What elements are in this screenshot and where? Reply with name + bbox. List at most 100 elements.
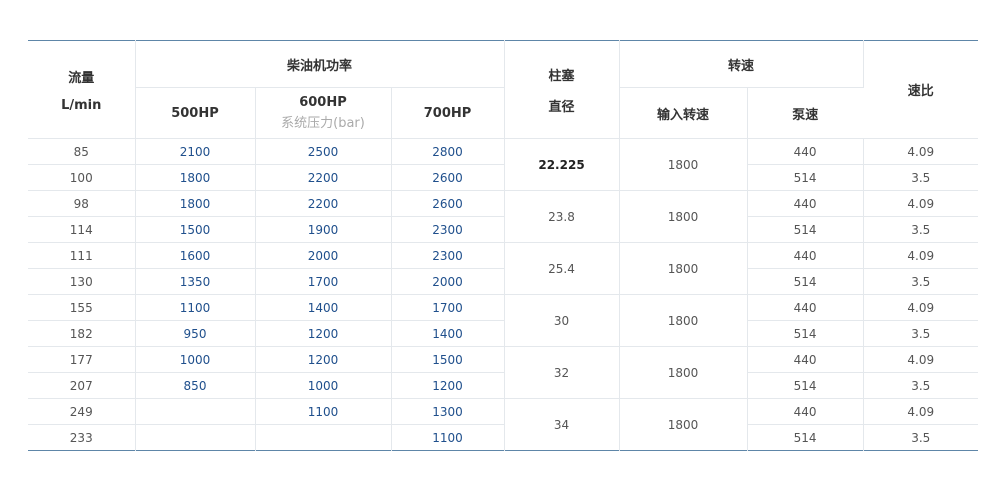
cell-ratio: 4.09 bbox=[863, 398, 979, 425]
cell-flow: 177 bbox=[28, 346, 136, 373]
cell-600hp-pressure: 1100 bbox=[255, 398, 392, 425]
cell-flow: 130 bbox=[28, 268, 136, 295]
table-row: 100 1800 2200 2600 514 3.5 bbox=[28, 164, 979, 191]
table-row: 85 2100 2500 2800 22.225 1800 440 4.09 bbox=[28, 138, 979, 191]
header-plunger-label: 柱塞 bbox=[548, 68, 575, 84]
header-system-pressure: 系统压力(bar) bbox=[281, 116, 365, 131]
header-flow: 流量 L/min bbox=[28, 40, 136, 139]
cell-plunger-diameter: 25.4 bbox=[504, 242, 620, 295]
table-row: 233 1100 514 3.5 bbox=[28, 424, 978, 451]
cell-pump-speed: 440 bbox=[747, 242, 864, 269]
cell-600hp-pressure: 1700 bbox=[255, 268, 392, 295]
cell-ratio: 3.5 bbox=[863, 372, 979, 399]
cell-600hp-pressure bbox=[255, 424, 392, 451]
cell-ratio: 4.09 bbox=[863, 138, 979, 165]
cell-600hp-pressure: 1900 bbox=[255, 216, 392, 243]
cell-pump-speed: 440 bbox=[747, 138, 864, 165]
header-diameter-label: 直径 bbox=[548, 99, 575, 115]
cell-plunger-diameter: 32 bbox=[504, 346, 620, 399]
cell-flow: 207 bbox=[28, 372, 136, 399]
table-row: 111 1600 2000 2300 25.4 1800 440 4.09 bbox=[28, 242, 979, 295]
header-600hp-label: 600HP bbox=[299, 95, 347, 110]
cell-input-speed: 1800 bbox=[619, 242, 748, 295]
cell-flow: 249 bbox=[28, 398, 136, 425]
cell-600hp-pressure: 2500 bbox=[255, 138, 392, 165]
cell-ratio: 4.09 bbox=[863, 242, 979, 269]
cell-ratio: 4.09 bbox=[863, 190, 979, 217]
cell-700hp-pressure: 1100 bbox=[391, 424, 505, 451]
table-row: 177 1000 1200 1500 32 1800 440 4.09 bbox=[28, 346, 979, 399]
cell-500hp-pressure: 1600 bbox=[135, 242, 256, 269]
cell-700hp-pressure: 2600 bbox=[391, 190, 505, 217]
cell-600hp-pressure: 1400 bbox=[255, 294, 392, 321]
cell-input-speed: 1800 bbox=[619, 398, 748, 451]
table-row: 98 1800 2200 2600 23.8 1800 440 4.09 bbox=[28, 190, 979, 243]
cell-700hp-pressure: 1300 bbox=[391, 398, 505, 425]
cell-500hp-pressure: 2100 bbox=[135, 138, 256, 165]
table-row: 130 1350 1700 2000 514 3.5 bbox=[28, 268, 979, 295]
cell-ratio: 3.5 bbox=[863, 216, 979, 243]
cell-input-speed: 1800 bbox=[619, 346, 748, 399]
cell-700hp-pressure: 2000 bbox=[391, 268, 505, 295]
cell-ratio: 3.5 bbox=[863, 164, 979, 191]
table-row: 114 1500 1900 2300 514 3.5 bbox=[28, 216, 979, 243]
cell-flow: 100 bbox=[28, 164, 136, 191]
cell-input-speed: 1800 bbox=[619, 294, 748, 347]
header-flow-label: 流量 bbox=[68, 70, 95, 86]
cell-700hp-pressure: 2300 bbox=[391, 242, 505, 269]
cell-700hp-pressure: 2300 bbox=[391, 216, 505, 243]
cell-plunger-diameter: 23.8 bbox=[504, 190, 620, 243]
cell-ratio: 3.5 bbox=[863, 320, 979, 347]
header-plunger-diameter: 柱塞 直径 bbox=[504, 40, 620, 139]
cell-600hp-pressure: 2200 bbox=[255, 190, 392, 217]
table-row: 249 1100 1300 34 1800 440 4.09 bbox=[28, 398, 979, 451]
cell-flow: 233 bbox=[28, 424, 136, 451]
cell-flow: 155 bbox=[28, 294, 136, 321]
cell-600hp-pressure: 2000 bbox=[255, 242, 392, 269]
cell-plunger-diameter: 22.225 bbox=[504, 138, 620, 191]
cell-pump-speed: 440 bbox=[747, 294, 864, 321]
cell-ratio: 4.09 bbox=[863, 294, 979, 321]
cell-500hp-pressure: 1100 bbox=[135, 294, 256, 321]
cell-pump-speed: 514 bbox=[747, 164, 864, 191]
cell-pump-speed: 514 bbox=[747, 424, 864, 451]
cell-flow: 98 bbox=[28, 190, 136, 217]
cell-500hp-pressure bbox=[135, 398, 256, 425]
cell-600hp-pressure: 1200 bbox=[255, 346, 392, 373]
cell-500hp-pressure bbox=[135, 424, 256, 451]
cell-700hp-pressure: 1400 bbox=[391, 320, 505, 347]
cell-700hp-pressure: 2600 bbox=[391, 164, 505, 191]
cell-pump-speed: 440 bbox=[747, 398, 864, 425]
header-ratio: 速比 bbox=[863, 40, 979, 139]
cell-pump-speed: 514 bbox=[747, 320, 864, 347]
cell-500hp-pressure: 1350 bbox=[135, 268, 256, 295]
header-pump-speed: 泵速 bbox=[747, 87, 864, 139]
cell-input-speed: 1800 bbox=[619, 190, 748, 243]
cell-pump-speed: 440 bbox=[747, 346, 864, 373]
cell-flow: 114 bbox=[28, 216, 136, 243]
cell-pump-speed: 440 bbox=[747, 190, 864, 217]
cell-input-speed: 1800 bbox=[619, 138, 748, 191]
header-500hp: 500HP bbox=[135, 87, 256, 139]
cell-flow: 85 bbox=[28, 138, 136, 165]
header-flow-unit: L/min bbox=[61, 97, 102, 113]
cell-ratio: 3.5 bbox=[911, 430, 931, 445]
cell-700hp-pressure: 1500 bbox=[391, 346, 505, 373]
cell-pump-speed: 514 bbox=[747, 268, 864, 295]
cell-500hp-pressure: 1800 bbox=[135, 190, 256, 217]
cell-pump-speed: 514 bbox=[747, 372, 864, 399]
cell-plunger-diameter: 30 bbox=[504, 294, 620, 347]
header-input-speed: 输入转速 bbox=[619, 87, 748, 139]
cell-500hp-pressure: 950 bbox=[135, 320, 256, 347]
table-row: 155 1100 1400 1700 30 1800 440 4.09 bbox=[28, 294, 979, 347]
spec-table: 流量 L/min 柴油机功率 柱塞 直径 转速 速比 500HP 600HP 系… bbox=[28, 40, 979, 451]
cell-600hp-pressure: 1000 bbox=[255, 372, 392, 399]
cell-700hp-pressure: 1700 bbox=[391, 294, 505, 321]
header-engine-power: 柴油机功率 bbox=[135, 40, 505, 88]
cell-600hp-pressure: 1200 bbox=[255, 320, 392, 347]
cell-pump-speed: 514 bbox=[747, 216, 864, 243]
cell-500hp-pressure: 850 bbox=[135, 372, 256, 399]
header-700hp: 700HP bbox=[391, 87, 505, 139]
cell-ratio: 4.09 bbox=[863, 346, 979, 373]
cell-500hp-pressure: 1500 bbox=[135, 216, 256, 243]
